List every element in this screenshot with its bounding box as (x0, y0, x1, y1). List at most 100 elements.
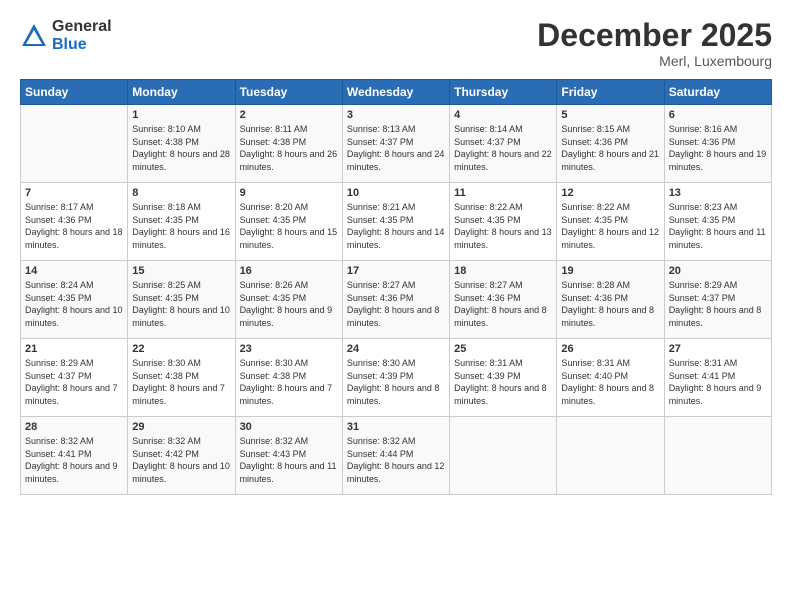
cell-info: Sunrise: 8:28 AMSunset: 4:36 PMDaylight:… (561, 280, 654, 328)
day-number: 14 (25, 265, 123, 277)
cell-info: Sunrise: 8:27 AMSunset: 4:36 PMDaylight:… (454, 280, 547, 328)
cell-info: Sunrise: 8:23 AMSunset: 4:35 PMDaylight:… (669, 202, 766, 250)
cell-info: Sunrise: 8:32 AMSunset: 4:44 PMDaylight:… (347, 436, 445, 484)
day-number: 20 (669, 265, 767, 277)
calendar-cell: 16 Sunrise: 8:26 AMSunset: 4:35 PMDayligh… (235, 261, 342, 339)
calendar-cell: 18 Sunrise: 8:27 AMSunset: 4:36 PMDayligh… (450, 261, 557, 339)
calendar-cell: 21 Sunrise: 8:29 AMSunset: 4:37 PMDayligh… (21, 339, 128, 417)
header-tuesday: Tuesday (235, 80, 342, 105)
day-number: 16 (240, 265, 338, 277)
cell-info: Sunrise: 8:13 AMSunset: 4:37 PMDaylight:… (347, 124, 445, 172)
day-number: 15 (132, 265, 230, 277)
calendar-week-3: 21 Sunrise: 8:29 AMSunset: 4:37 PMDayligh… (21, 339, 772, 417)
header: General Blue December 2025 Merl, Luxembo… (20, 18, 772, 69)
cell-info: Sunrise: 8:26 AMSunset: 4:35 PMDaylight:… (240, 280, 333, 328)
calendar-table: Sunday Monday Tuesday Wednesday Thursday… (20, 79, 772, 495)
calendar-cell: 27Sunrise: 8:31 AMSunset: 4:41 PMDayligh… (664, 339, 771, 417)
cell-info: Sunrise: 8:21 AMSunset: 4:35 PMDaylight:… (347, 202, 445, 250)
day-number: 4 (454, 109, 552, 121)
cell-info: Sunrise: 8:30 AMSunset: 4:39 PMDaylight:… (347, 358, 440, 406)
subtitle: Merl, Luxembourg (537, 53, 772, 69)
cell-info: Sunrise: 8:32 AMSunset: 4:41 PMDaylight:… (25, 436, 118, 484)
page: General Blue December 2025 Merl, Luxembo… (0, 0, 792, 612)
cell-info: Sunrise: 8:30 AMSunset: 4:38 PMDaylight:… (240, 358, 333, 406)
cell-info: Sunrise: 8:29 AMSunset: 4:37 PMDaylight:… (669, 280, 762, 328)
calendar-cell (450, 417, 557, 495)
calendar-cell: 10Sunrise: 8:21 AMSunset: 4:35 PMDayligh… (342, 183, 449, 261)
calendar-cell: 9 Sunrise: 8:20 AMSunset: 4:35 PMDaylight… (235, 183, 342, 261)
calendar-cell: 13 Sunrise: 8:23 AMSunset: 4:35 PMDayligh… (664, 183, 771, 261)
calendar-cell: 6 Sunrise: 8:16 AMSunset: 4:36 PMDaylight… (664, 105, 771, 183)
cell-info: Sunrise: 8:25 AMSunset: 4:35 PMDaylight:… (132, 280, 230, 328)
calendar-cell: 7Sunrise: 8:17 AMSunset: 4:36 PMDaylight… (21, 183, 128, 261)
main-title: December 2025 (537, 18, 772, 53)
cell-info: Sunrise: 8:15 AMSunset: 4:36 PMDaylight:… (561, 124, 659, 172)
calendar-cell: 2 Sunrise: 8:11 AMSunset: 4:38 PMDaylight… (235, 105, 342, 183)
day-number: 13 (669, 187, 767, 199)
cell-info: Sunrise: 8:27 AMSunset: 4:36 PMDaylight:… (347, 280, 440, 328)
cell-info: Sunrise: 8:11 AMSunset: 4:38 PMDaylight:… (240, 124, 338, 172)
calendar-cell: 24Sunrise: 8:30 AMSunset: 4:39 PMDayligh… (342, 339, 449, 417)
cell-info: Sunrise: 8:24 AMSunset: 4:35 PMDaylight:… (25, 280, 123, 328)
cell-info: Sunrise: 8:17 AMSunset: 4:36 PMDaylight:… (25, 202, 123, 250)
cell-info: Sunrise: 8:22 AMSunset: 4:35 PMDaylight:… (561, 202, 659, 250)
calendar-cell: 5 Sunrise: 8:15 AMSunset: 4:36 PMDaylight… (557, 105, 664, 183)
cell-info: Sunrise: 8:20 AMSunset: 4:35 PMDaylight:… (240, 202, 338, 250)
calendar-cell (21, 105, 128, 183)
calendar-header: Sunday Monday Tuesday Wednesday Thursday… (21, 80, 772, 105)
cell-info: Sunrise: 8:32 AMSunset: 4:42 PMDaylight:… (132, 436, 230, 484)
calendar-cell: 23 Sunrise: 8:30 AMSunset: 4:38 PMDayligh… (235, 339, 342, 417)
day-number: 11 (454, 187, 552, 199)
header-sunday: Sunday (21, 80, 128, 105)
day-number: 26 (561, 343, 659, 355)
day-number: 12 (561, 187, 659, 199)
calendar-cell: 30 Sunrise: 8:32 AMSunset: 4:43 PMDayligh… (235, 417, 342, 495)
cell-info: Sunrise: 8:18 AMSunset: 4:35 PMDaylight:… (132, 202, 230, 250)
header-row: Sunday Monday Tuesday Wednesday Thursday… (21, 80, 772, 105)
calendar-week-1: 7Sunrise: 8:17 AMSunset: 4:36 PMDaylight… (21, 183, 772, 261)
calendar-cell: 31 Sunrise: 8:32 AMSunset: 4:44 PMDayligh… (342, 417, 449, 495)
day-number: 8 (132, 187, 230, 199)
cell-info: Sunrise: 8:14 AMSunset: 4:37 PMDaylight:… (454, 124, 552, 172)
day-number: 21 (25, 343, 123, 355)
calendar-body: 1Sunrise: 8:10 AMSunset: 4:38 PMDaylight… (21, 105, 772, 495)
day-number: 6 (669, 109, 767, 121)
day-number: 2 (240, 109, 338, 121)
day-number: 9 (240, 187, 338, 199)
calendar-week-0: 1Sunrise: 8:10 AMSunset: 4:38 PMDaylight… (21, 105, 772, 183)
calendar-cell: 8 Sunrise: 8:18 AMSunset: 4:35 PMDaylight… (128, 183, 235, 261)
logo-text: General Blue (52, 18, 112, 53)
day-number: 29 (132, 421, 230, 433)
title-block: December 2025 Merl, Luxembourg (537, 18, 772, 69)
day-number: 30 (240, 421, 338, 433)
day-number: 5 (561, 109, 659, 121)
calendar-cell: 22Sunrise: 8:30 AMSunset: 4:38 PMDayligh… (128, 339, 235, 417)
calendar-week-2: 14 Sunrise: 8:24 AMSunset: 4:35 PMDayligh… (21, 261, 772, 339)
header-saturday: Saturday (664, 80, 771, 105)
logo-general: General (52, 18, 112, 36)
calendar-cell (557, 417, 664, 495)
calendar-week-4: 28 Sunrise: 8:32 AMSunset: 4:41 PMDayligh… (21, 417, 772, 495)
calendar-cell: 20 Sunrise: 8:29 AMSunset: 4:37 PMDayligh… (664, 261, 771, 339)
calendar-cell: 1Sunrise: 8:10 AMSunset: 4:38 PMDaylight… (128, 105, 235, 183)
day-number: 17 (347, 265, 445, 277)
day-number: 18 (454, 265, 552, 277)
day-number: 31 (347, 421, 445, 433)
logo-icon (20, 22, 48, 50)
cell-info: Sunrise: 8:31 AMSunset: 4:41 PMDaylight:… (669, 358, 762, 406)
cell-info: Sunrise: 8:32 AMSunset: 4:43 PMDaylight:… (240, 436, 337, 484)
header-monday: Monday (128, 80, 235, 105)
cell-info: Sunrise: 8:16 AMSunset: 4:36 PMDaylight:… (669, 124, 767, 172)
calendar-cell: 15 Sunrise: 8:25 AMSunset: 4:35 PMDayligh… (128, 261, 235, 339)
calendar-cell: 29 Sunrise: 8:32 AMSunset: 4:42 PMDayligh… (128, 417, 235, 495)
day-number: 28 (25, 421, 123, 433)
calendar-cell: 12 Sunrise: 8:22 AMSunset: 4:35 PMDayligh… (557, 183, 664, 261)
day-number: 1 (132, 109, 230, 121)
cell-info: Sunrise: 8:31 AMSunset: 4:39 PMDaylight:… (454, 358, 547, 406)
day-number: 23 (240, 343, 338, 355)
calendar-cell: 19Sunrise: 8:28 AMSunset: 4:36 PMDayligh… (557, 261, 664, 339)
cell-info: Sunrise: 8:29 AMSunset: 4:37 PMDaylight:… (25, 358, 118, 406)
calendar-cell: 3Sunrise: 8:13 AMSunset: 4:37 PMDaylight… (342, 105, 449, 183)
calendar-cell: 11Sunrise: 8:22 AMSunset: 4:35 PMDayligh… (450, 183, 557, 261)
day-number: 22 (132, 343, 230, 355)
